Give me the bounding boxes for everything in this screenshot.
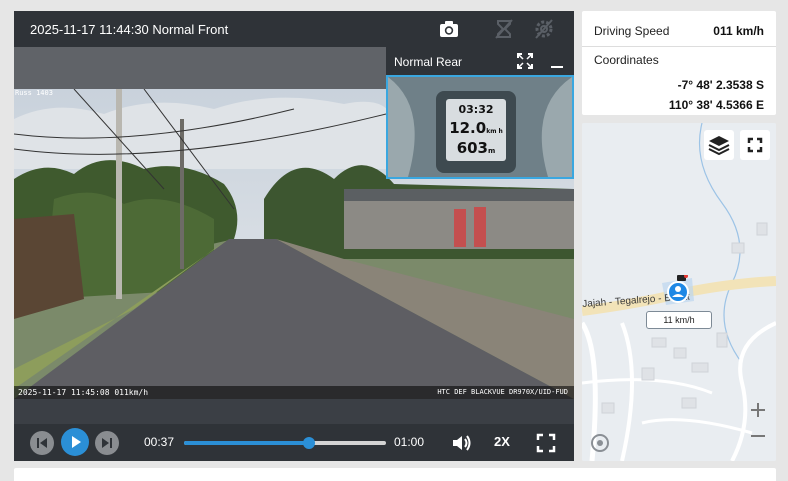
- latitude-value: -7° 48' 2.3538 S: [677, 78, 764, 92]
- gps-device-screen: 03:32 12.0km h 603m: [446, 99, 506, 161]
- previous-icon[interactable]: [30, 431, 54, 455]
- progress-bar[interactable]: [184, 437, 386, 449]
- video-area[interactable]: Russ 1403 2025-11-17 11:45:08 011km/h HT…: [14, 47, 574, 399]
- zoom-controls: [746, 398, 770, 454]
- coordinates-label: Coordinates: [594, 53, 659, 67]
- gear-icon: [533, 18, 555, 40]
- front-camera-title: 2025-11-17 11:44:30 Normal Front: [30, 22, 229, 37]
- map-view[interactable]: Jajah - Tegalrejo - Bayat 11 km/h: [582, 123, 776, 461]
- play-icon[interactable]: [61, 428, 89, 456]
- minimize-icon[interactable]: [548, 52, 566, 70]
- fullscreen-icon[interactable]: [536, 433, 556, 453]
- zoom-out-icon[interactable]: [746, 424, 770, 448]
- map-speed-tag: 11 km/h: [646, 311, 712, 329]
- longitude-value: 110° 38' 4.5366 E: [668, 98, 764, 112]
- hourglass-icon: [493, 18, 515, 40]
- rear-camera-title: Normal Rear: [394, 55, 463, 69]
- map-logo-icon: [590, 433, 610, 453]
- playback-rate[interactable]: 2X: [494, 434, 510, 449]
- overlay-device: HTC DEF BLACKVUE DR970X/UID-FUD: [437, 388, 568, 396]
- location-icon[interactable]: [667, 274, 689, 303]
- rear-camera-video[interactable]: 03:32 12.0km h 603m: [386, 75, 574, 179]
- bottom-panel: [14, 468, 776, 481]
- rear-header: Normal Rear: [386, 47, 574, 75]
- gps-distance: 603m: [446, 138, 506, 157]
- next-icon[interactable]: [95, 431, 119, 455]
- gps-distance-unit: m: [488, 147, 496, 155]
- video-player: 2025-11-17 11:44:30 Normal Front Russ 14…: [14, 11, 574, 461]
- camera-name: Russ 1403: [15, 89, 53, 97]
- overlay-timestamp: 2025-11-17 11:45:08 011km/h: [18, 388, 149, 397]
- speed-value: 011 km/h: [713, 24, 764, 38]
- camera-icon[interactable]: [438, 18, 460, 40]
- map-fullscreen-icon[interactable]: [740, 130, 770, 160]
- video-overlay-bar: 2025-11-17 11:45:08 011km/h HTC DEF BLAC…: [14, 386, 574, 399]
- expand-icon[interactable]: [516, 52, 534, 70]
- total-time: 01:00: [394, 435, 425, 449]
- volume-icon[interactable]: [450, 432, 472, 454]
- gps-speed-unit: km h: [486, 128, 503, 135]
- playback-controls: 00:37 01:00 2X: [14, 424, 574, 461]
- rear-camera-pip[interactable]: Normal Rear 03:32 12.0km h 603m: [386, 47, 574, 193]
- layers-icon[interactable]: [704, 130, 734, 160]
- progress-thumb[interactable]: [302, 437, 315, 449]
- current-time: 00:37: [144, 435, 175, 449]
- gps-time: 03:32: [458, 103, 494, 116]
- gps-distance-value: 603: [456, 139, 488, 157]
- gps-speed: 12.0km h: [446, 118, 506, 137]
- zoom-in-icon[interactable]: [746, 398, 770, 422]
- speed-label: Driving Speed: [594, 24, 670, 38]
- gps-speed-value: 12.0: [449, 119, 487, 137]
- driving-info-card: Driving Speed 011 km/h Coordinates -7° 4…: [582, 11, 776, 115]
- info-divider: [582, 46, 776, 47]
- player-header: 2025-11-17 11:44:30 Normal Front: [14, 11, 574, 47]
- progress-fill: [184, 441, 309, 445]
